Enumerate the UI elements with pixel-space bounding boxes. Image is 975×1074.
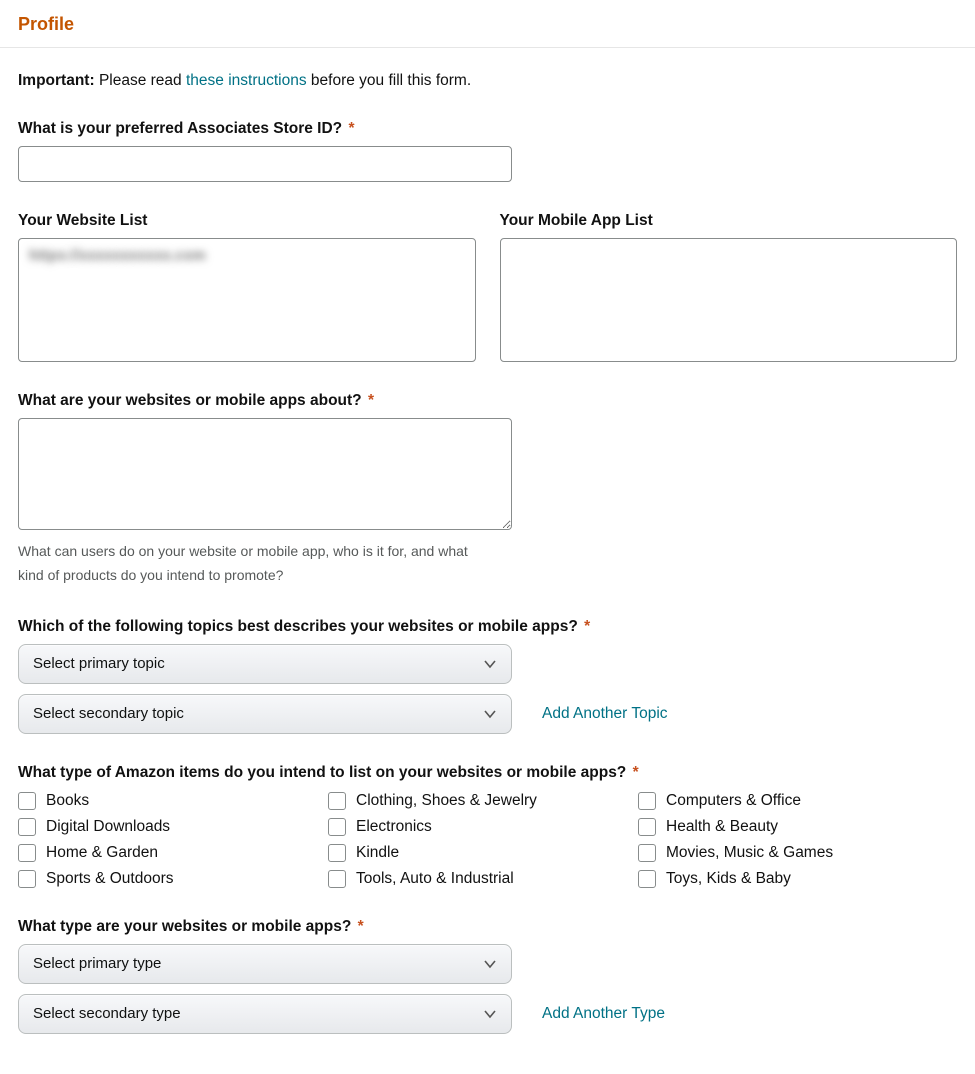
- checkbox[interactable]: [638, 870, 656, 888]
- checkbox[interactable]: [638, 818, 656, 836]
- chevron-down-icon: [483, 957, 497, 971]
- mobile-app-list-label: Your Mobile App List: [500, 212, 958, 230]
- instructions-link[interactable]: these instructions: [186, 72, 307, 89]
- checkbox[interactable]: [18, 870, 36, 888]
- item-type-option[interactable]: Books: [18, 792, 318, 810]
- item-types-grid: Books Clothing, Shoes & Jewelry Computers …: [18, 792, 938, 888]
- item-type-label: Kindle: [356, 844, 399, 862]
- item-type-option[interactable]: Tools, Auto & Industrial: [328, 870, 628, 888]
- mobile-app-list-col: Your Mobile App List: [500, 212, 958, 362]
- site-types-label: What type are your websites or mobile ap…: [18, 918, 957, 936]
- checkbox[interactable]: [18, 818, 36, 836]
- primary-topic-select[interactable]: Select primary topic: [18, 644, 512, 684]
- required-star: *: [368, 392, 374, 409]
- about-label: What are your websites or mobile apps ab…: [18, 392, 957, 410]
- item-type-label: Toys, Kids & Baby: [666, 870, 791, 888]
- about-help: What can users do on your website or mob…: [18, 540, 488, 588]
- about-group: What are your websites or mobile apps ab…: [18, 392, 957, 588]
- site-types-group: What type are your websites or mobile ap…: [18, 918, 957, 1034]
- item-types-label: What type of Amazon items do you intend …: [18, 764, 957, 782]
- item-type-option[interactable]: Clothing, Shoes & Jewelry: [328, 792, 628, 810]
- website-list-item-redacted: https://xxxxxxxxxxx.com: [29, 247, 206, 264]
- add-another-type-link[interactable]: Add Another Type: [542, 1005, 665, 1023]
- item-type-option[interactable]: Home & Garden: [18, 844, 318, 862]
- checkbox[interactable]: [328, 818, 346, 836]
- website-list-col: Your Website List https://xxxxxxxxxxx.co…: [18, 212, 476, 362]
- item-type-label: Computers & Office: [666, 792, 801, 810]
- lists-row: Your Website List https://xxxxxxxxxxx.co…: [18, 212, 957, 362]
- mobile-app-list-box[interactable]: [500, 238, 958, 362]
- checkbox[interactable]: [638, 844, 656, 862]
- item-type-option[interactable]: Toys, Kids & Baby: [638, 870, 938, 888]
- secondary-topic-select[interactable]: Select secondary topic: [18, 694, 512, 734]
- primary-type-placeholder: Select primary type: [33, 955, 161, 972]
- secondary-type-placeholder: Select secondary type: [33, 1005, 181, 1022]
- checkbox[interactable]: [18, 792, 36, 810]
- item-type-label: Movies, Music & Games: [666, 844, 833, 862]
- checkbox[interactable]: [18, 844, 36, 862]
- page-header: Profile: [0, 0, 975, 48]
- item-type-option[interactable]: Movies, Music & Games: [638, 844, 938, 862]
- add-another-topic-link[interactable]: Add Another Topic: [542, 705, 668, 723]
- required-star: *: [633, 764, 639, 781]
- about-textarea[interactable]: [18, 418, 512, 530]
- intro-pre: Please read: [95, 72, 186, 89]
- store-id-label: What is your preferred Associates Store …: [18, 120, 957, 138]
- item-type-option[interactable]: Electronics: [328, 818, 628, 836]
- item-type-label: Electronics: [356, 818, 432, 836]
- item-type-label: Tools, Auto & Industrial: [356, 870, 514, 888]
- chevron-down-icon: [483, 657, 497, 671]
- item-type-label: Clothing, Shoes & Jewelry: [356, 792, 537, 810]
- important-label: Important:: [18, 72, 95, 89]
- item-type-option[interactable]: Health & Beauty: [638, 818, 938, 836]
- store-id-group: What is your preferred Associates Store …: [18, 120, 957, 182]
- required-star: *: [358, 918, 364, 935]
- checkbox[interactable]: [328, 792, 346, 810]
- website-list-box[interactable]: https://xxxxxxxxxxx.com: [18, 238, 476, 362]
- item-type-option[interactable]: Computers & Office: [638, 792, 938, 810]
- item-type-label: Health & Beauty: [666, 818, 778, 836]
- store-id-input[interactable]: [18, 146, 512, 182]
- required-star: *: [584, 618, 590, 635]
- intro-post: before you fill this form.: [307, 72, 472, 89]
- item-type-label: Home & Garden: [46, 844, 158, 862]
- checkbox[interactable]: [328, 870, 346, 888]
- secondary-topic-placeholder: Select secondary topic: [33, 705, 184, 722]
- chevron-down-icon: [483, 707, 497, 721]
- item-type-option[interactable]: Digital Downloads: [18, 818, 318, 836]
- chevron-down-icon: [483, 1007, 497, 1021]
- intro-text: Important: Please read these instruction…: [18, 72, 957, 90]
- topics-group: Which of the following topics best descr…: [18, 618, 957, 734]
- item-types-group: What type of Amazon items do you intend …: [18, 764, 957, 888]
- checkbox[interactable]: [638, 792, 656, 810]
- page-title: Profile: [18, 14, 74, 34]
- checkbox[interactable]: [328, 844, 346, 862]
- item-type-option[interactable]: Kindle: [328, 844, 628, 862]
- item-type-option[interactable]: Sports & Outdoors: [18, 870, 318, 888]
- item-type-label: Books: [46, 792, 89, 810]
- item-type-label: Digital Downloads: [46, 818, 170, 836]
- website-list-label: Your Website List: [18, 212, 476, 230]
- topics-label: Which of the following topics best descr…: [18, 618, 957, 636]
- primary-topic-placeholder: Select primary topic: [33, 655, 165, 672]
- form-content: Important: Please read these instruction…: [0, 48, 975, 1074]
- primary-type-select[interactable]: Select primary type: [18, 944, 512, 984]
- required-star: *: [348, 120, 354, 137]
- item-type-label: Sports & Outdoors: [46, 870, 174, 888]
